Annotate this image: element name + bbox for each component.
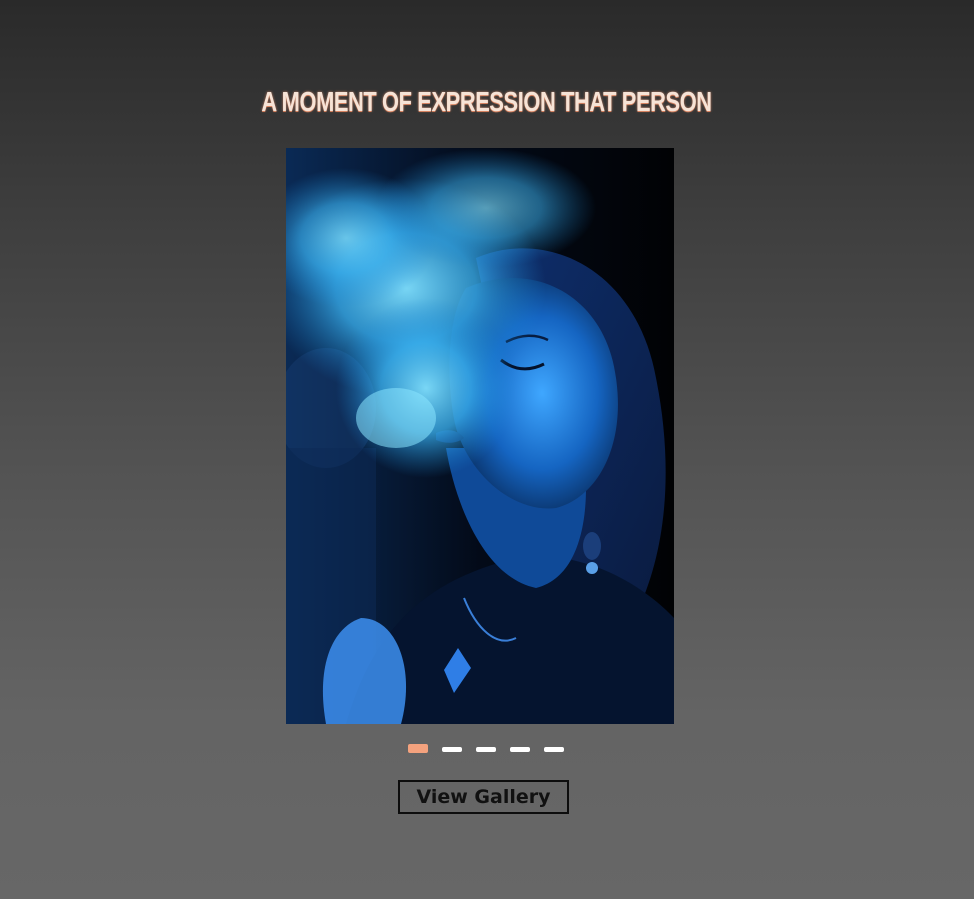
slider-dot-2[interactable] — [442, 747, 462, 752]
slider-dot-5[interactable] — [544, 747, 564, 752]
view-gallery-button[interactable]: View Gallery — [398, 780, 569, 814]
slider-dot-4[interactable] — [510, 747, 530, 752]
gallery-slide-image[interactable] — [286, 148, 674, 724]
portrait-photo — [286, 148, 674, 724]
slider-dot-1[interactable] — [408, 744, 428, 753]
slider-dot-3[interactable] — [476, 747, 496, 752]
section-heading: A MOMENT OF EXPRESSION THAT PERSON — [261, 86, 712, 117]
slider-pagination — [408, 744, 564, 753]
